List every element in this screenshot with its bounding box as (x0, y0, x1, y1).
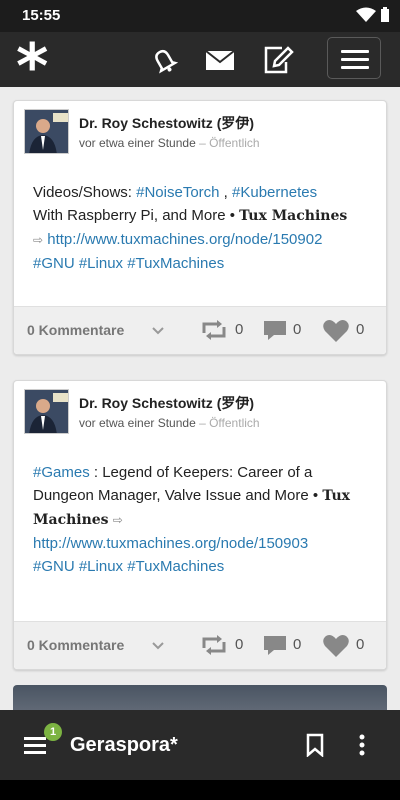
source-name: Tux (322, 488, 350, 504)
bookmark-icon[interactable] (304, 733, 326, 762)
mail-icon[interactable] (204, 44, 236, 76)
hashtag-list[interactable]: #GNU #Linux #TuxMachines (33, 255, 224, 272)
comment-icon[interactable] (262, 319, 288, 341)
arrow-icon: ⇨ (112, 513, 123, 527)
post-card: Dr. Roy Schestowitz (罗伊) vor etwa einer … (13, 380, 387, 670)
hashtag-link[interactable]: #NoiseTorch (136, 184, 219, 201)
chevron-down-icon[interactable] (152, 638, 164, 656)
post-text-sep: , (219, 184, 233, 201)
post-footer: 0 Kommentare 0 0 0 (14, 621, 386, 669)
wifi-icon (356, 7, 376, 28)
bottom-bar: 1 Geraspora* (0, 710, 400, 780)
app-title: Geraspora* (70, 734, 178, 756)
drawer-menu-icon[interactable] (24, 737, 46, 758)
status-time: 15:55 (22, 7, 61, 24)
post-visibility: – Öffentlich (199, 416, 260, 430)
post-body: Videos/Shows: #NoiseTorch , #Kubernetes … (33, 181, 378, 275)
hashtag-link[interactable]: #Games (33, 464, 90, 481)
like-count: 0 (356, 636, 365, 653)
comments-toggle[interactable]: 0 Kommentare (27, 637, 124, 653)
source-name: Machines (33, 512, 109, 528)
bell-icon[interactable] (148, 44, 180, 76)
post-text: : Legend of Keepers: Career of a (89, 464, 313, 481)
reshare-icon[interactable] (200, 634, 228, 656)
comment-icon[interactable] (262, 634, 288, 656)
post-meta: vor etwa einer Stunde – Öffentlich (79, 136, 260, 150)
post-time[interactable]: vor etwa einer Stunde (79, 136, 196, 150)
chevron-down-icon[interactable] (152, 323, 164, 341)
main-menu-button[interactable] (327, 37, 381, 79)
post-text: With Raspberry Pi, and More • (33, 207, 240, 224)
post-footer: 0 Kommentare 0 0 0 (14, 306, 386, 354)
status-bar: 15:55 (0, 0, 400, 32)
system-nav-bar (0, 780, 400, 800)
post-text: Dungeon Manager, Valve Issue and More • (33, 487, 323, 504)
comments-toggle[interactable]: 0 Kommentare (27, 322, 124, 338)
author-name[interactable]: Dr. Roy Schestowitz (罗伊) (79, 393, 254, 413)
author-avatar[interactable] (24, 389, 69, 434)
post-time[interactable]: vor etwa einer Stunde (79, 416, 196, 430)
compose-icon[interactable] (262, 44, 294, 76)
stream-feed[interactable]: Dr. Roy Schestowitz (罗伊) vor etwa einer … (0, 87, 400, 710)
reshare-count: 0 (235, 321, 244, 338)
post-image-preview[interactable] (13, 685, 387, 710)
post-card: Dr. Roy Schestowitz (罗伊) vor etwa einer … (13, 100, 387, 355)
author-avatar[interactable] (24, 109, 69, 154)
hashtag-list[interactable]: #GNU #Linux #TuxMachines (33, 558, 224, 575)
post-visibility: – Öffentlich (199, 136, 260, 150)
post-meta: vor etwa einer Stunde – Öffentlich (79, 416, 260, 430)
arrow-icon: ⇨ (33, 233, 44, 247)
heart-icon[interactable] (322, 634, 350, 657)
notification-badge: 1 (44, 723, 62, 741)
post-body: #Games : Legend of Keepers: Career of a … (33, 461, 378, 578)
author-name[interactable]: Dr. Roy Schestowitz (罗伊) (79, 113, 254, 133)
battery-icon (380, 7, 390, 28)
more-options-icon[interactable] (358, 733, 366, 762)
top-bar: * (0, 32, 400, 98)
hashtag-link[interactable]: #Kubernetes (232, 184, 317, 201)
reshare-icon[interactable] (200, 319, 228, 341)
post-text: Videos/Shows: (33, 184, 137, 201)
comment-count: 0 (293, 321, 302, 338)
heart-icon[interactable] (322, 319, 350, 342)
url-link[interactable]: http://www.tuxmachines.org/node/150902 (47, 231, 322, 248)
source-name: Tux Machines (239, 208, 348, 224)
url-link[interactable]: http://www.tuxmachines.org/node/150903 (33, 535, 308, 552)
comment-count: 0 (293, 636, 302, 653)
like-count: 0 (356, 321, 365, 338)
reshare-count: 0 (235, 636, 244, 653)
